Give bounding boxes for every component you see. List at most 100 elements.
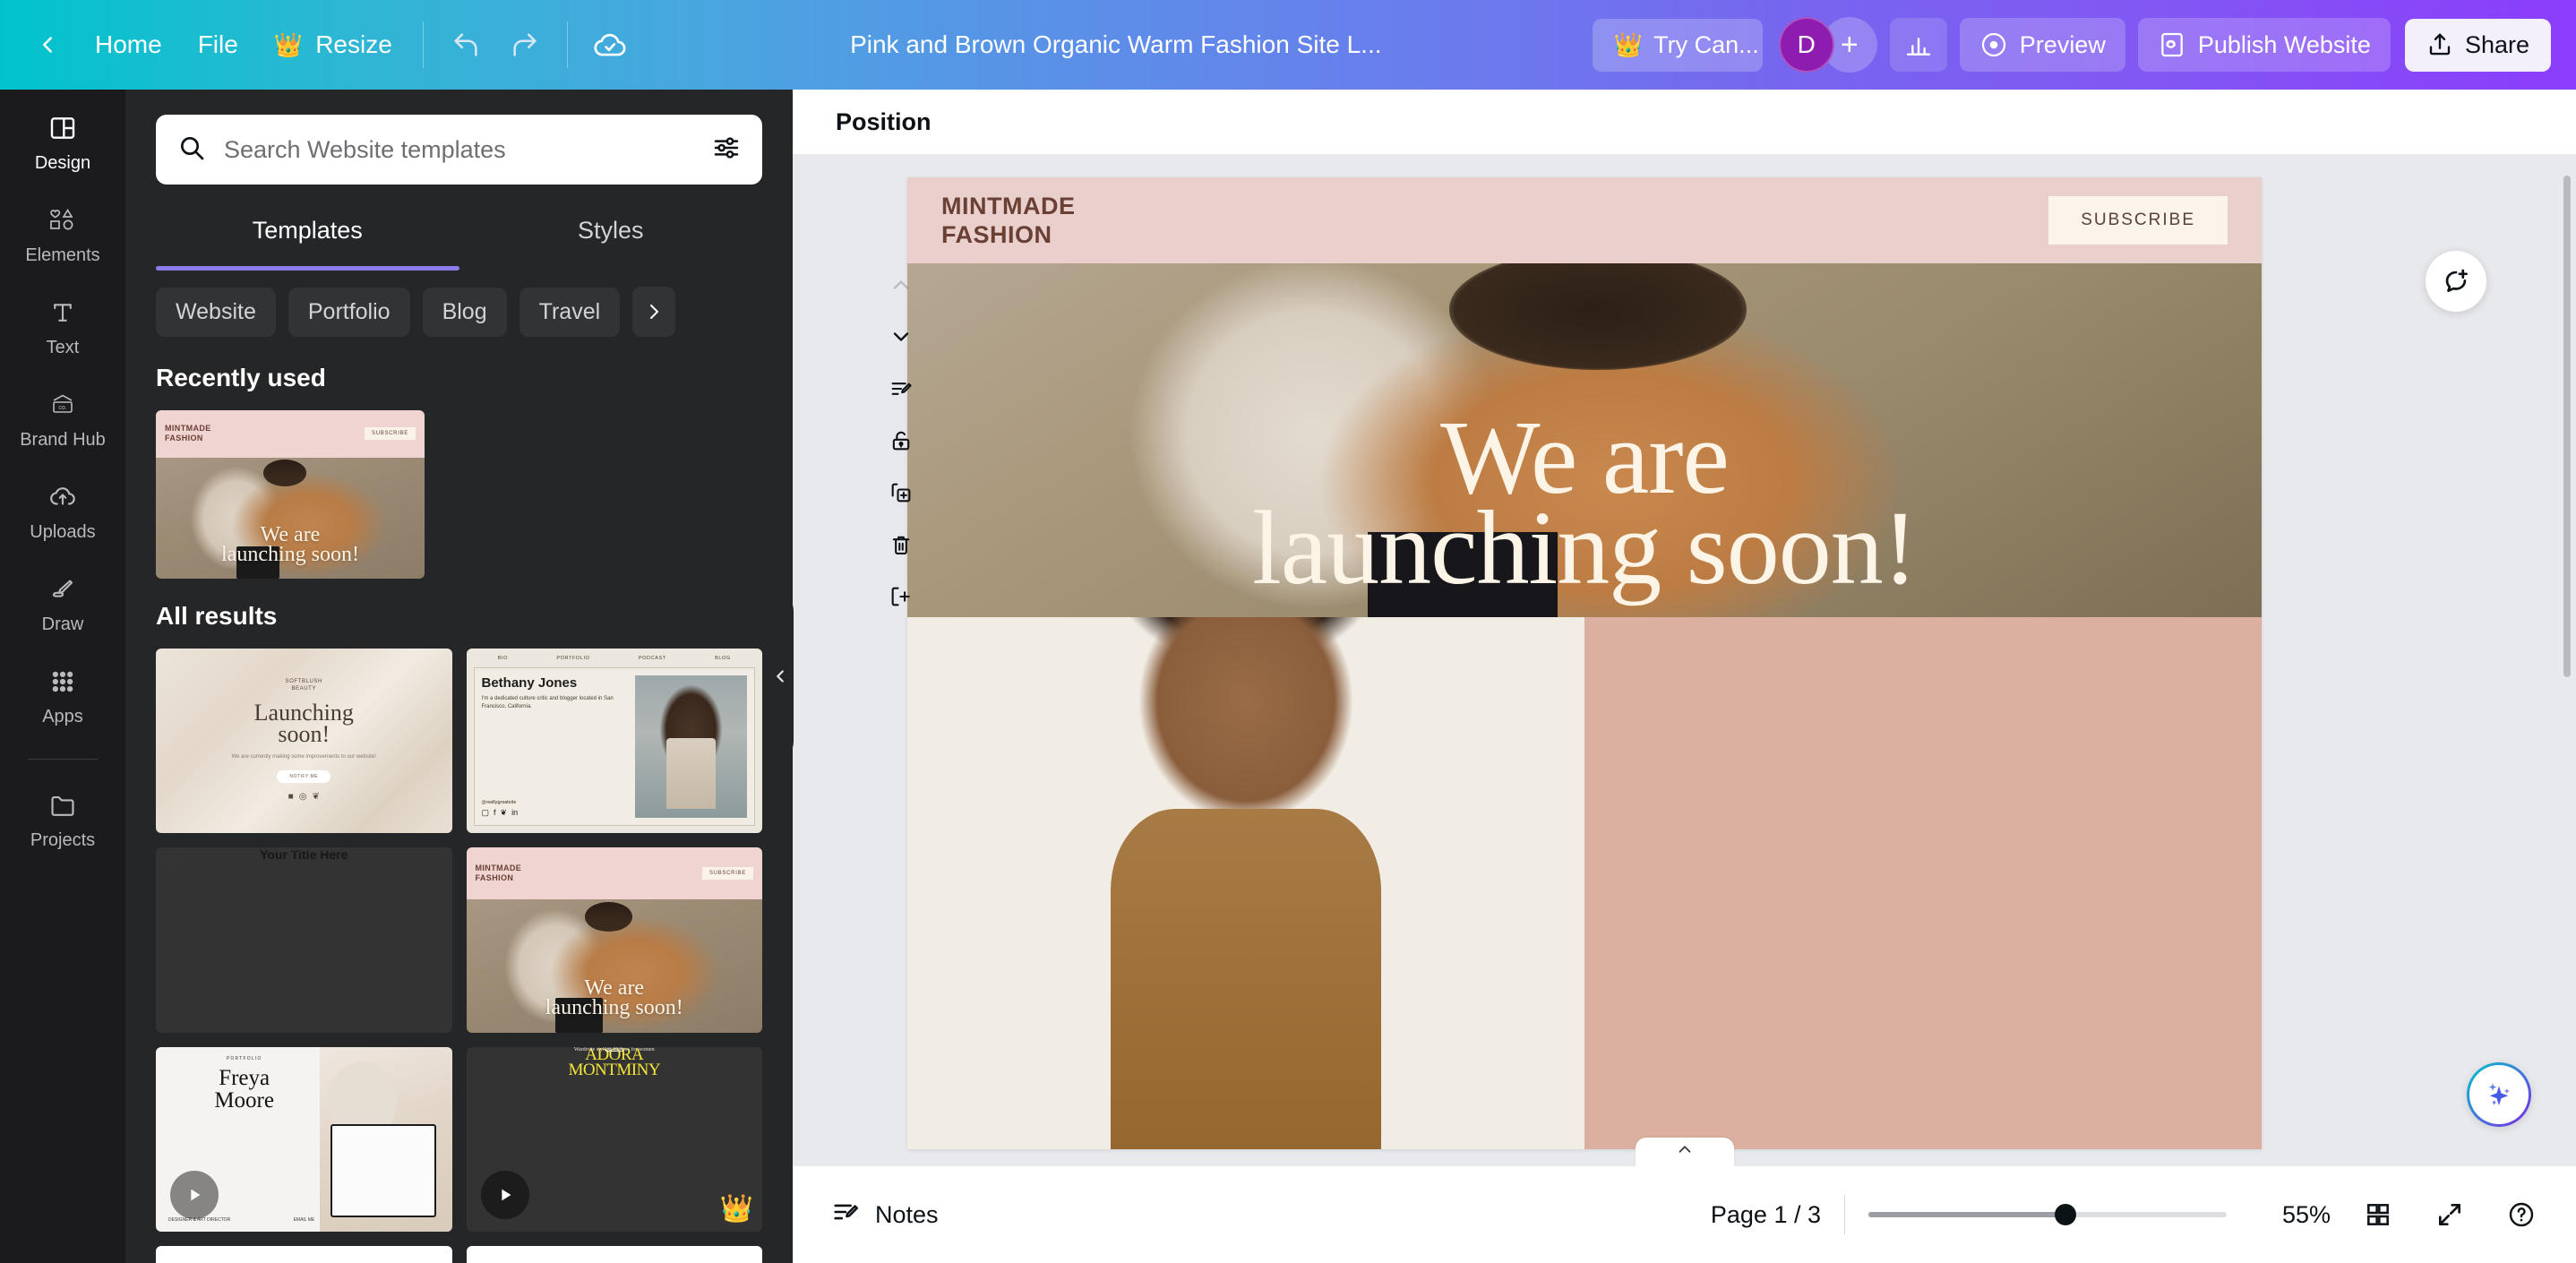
sidebar-item-apps[interactable]: Apps (7, 650, 118, 737)
thumb-card: Bethany Jones I'm a dedicated culture cr… (473, 666, 755, 827)
left-rail: Design Elements Text co. Brand Hub Uploa… (0, 90, 125, 1263)
add-page-icon[interactable] (878, 573, 924, 620)
notes-edit-icon[interactable] (878, 365, 924, 412)
delete-icon[interactable] (878, 521, 924, 568)
avatar[interactable]: D (1778, 17, 1834, 73)
duplicate-icon[interactable] (878, 469, 924, 516)
grid-view-icon[interactable] (2354, 1190, 2402, 1239)
thumb-art-bethany: BIO PORTFOLIO PODCAST BLOG Bethany Jones I'… (466, 648, 762, 834)
template-thumb-freya[interactable]: PORTFOLIO Freya Moore DESIGNER & ART DIRE… (156, 1046, 452, 1233)
help-icon[interactable] (2497, 1190, 2546, 1239)
chip-travel[interactable]: Travel (519, 287, 621, 337)
move-down-icon[interactable] (878, 314, 924, 360)
thumb-kicker: PORTFOLIO (226, 1055, 262, 1061)
chip-portfolio[interactable]: Portfolio (288, 287, 410, 337)
undo-button[interactable] (436, 15, 495, 74)
chip-website[interactable]: Website (156, 287, 276, 337)
thumb-headline: We are launching soon! (221, 523, 359, 567)
thumb-portrait (635, 674, 747, 819)
notes-icon (830, 1197, 861, 1233)
magic-sparkle-icon[interactable] (2467, 1062, 2531, 1127)
insights-button[interactable] (1889, 18, 1947, 72)
sidebar-item-brand-hub[interactable]: co. Brand Hub (7, 374, 118, 460)
panel-scroll-region[interactable]: Recently used MINTMADE FASHION SUBSCRIBE … (156, 360, 762, 1263)
page-subscribe-button[interactable]: SUBSCRIBE (2048, 196, 2228, 245)
thumb-art-photo: PHOTO-GRAPHS byDolora Butler 2023 PORTFO… (466, 1246, 762, 1263)
resize-button[interactable]: 👑 Resize (256, 20, 410, 70)
tab-templates[interactable]: Templates (156, 204, 459, 261)
position-button[interactable]: Position (821, 99, 946, 145)
lock-icon[interactable] (878, 417, 924, 464)
chip-blog[interactable]: Blog (422, 287, 507, 337)
home-button[interactable]: Home (77, 20, 180, 70)
file-menu-button[interactable]: File (180, 20, 256, 70)
tab-styles[interactable]: Styles (459, 204, 763, 261)
template-thumb-recent-mintmade[interactable]: MINTMADE FASHION SUBSCRIBE We are launchin… (156, 410, 425, 579)
cloud-saved-icon[interactable] (580, 15, 640, 74)
sidebar-item-label: Projects (30, 830, 96, 850)
chips-next-arrow-icon[interactable] (632, 287, 676, 337)
elements-icon (47, 203, 78, 237)
thumb-art-mintmade-2: MINTMADE FASHION SUBSCRIBE We are launchin… (466, 847, 762, 1033)
sidebar-item-draw[interactable]: Draw (7, 558, 118, 645)
template-thumb-softblush[interactable]: SOFTBLUSH BEAUTY Launching soon! We are cu… (156, 648, 452, 834)
redo-button[interactable] (495, 15, 554, 74)
notes-expand-handle[interactable] (1635, 1138, 1734, 1166)
move-up-icon[interactable] (878, 262, 924, 308)
zoom-slider[interactable] (1868, 1204, 2227, 1225)
play-icon[interactable] (480, 1171, 529, 1220)
rail-divider (28, 759, 98, 760)
editor-body: Design Elements Text co. Brand Hub Uploa… (0, 90, 2576, 1263)
toolbar-divider-2 (566, 21, 568, 68)
lower-model-face (1096, 617, 1395, 841)
brand-hub-icon: co. (47, 388, 78, 422)
template-thumb-photographs[interactable]: PHOTO-GRAPHS byDolora Butler 2023 PORTFO… (466, 1246, 762, 1263)
recently-used-title: Recently used (156, 364, 326, 391)
sidebar-item-label: Design (34, 153, 91, 173)
preview-button[interactable]: Preview (1959, 18, 2125, 72)
text-icon (49, 296, 76, 330)
page-logo-line2: FASHION (941, 221, 1052, 248)
fullscreen-icon[interactable] (2426, 1190, 2474, 1239)
share-button[interactable]: Share (2404, 18, 2551, 72)
document-title[interactable]: Pink and Brown Organic Warm Fashion Site… (776, 21, 1456, 68)
canvas-viewport[interactable]: MINTMADE FASHION SUBSCRIBE We are launch… (793, 154, 2576, 1166)
sidebar-item-elements[interactable]: Elements (7, 189, 118, 276)
template-thumb-mintmade-2[interactable]: MINTMADE FASHION SUBSCRIBE We are launchin… (466, 847, 762, 1033)
thumb-header: MINTMADE FASHION SUBSCRIBE (156, 410, 425, 458)
panel-collapse-handle[interactable] (767, 591, 794, 761)
sidebar-item-label: Draw (41, 614, 84, 634)
sidebar-item-uploads[interactable]: Uploads (7, 466, 118, 553)
templates-panel: Templates Styles Website Portfolio Blog … (125, 90, 794, 1263)
sidebar-item-design[interactable]: Design (7, 97, 118, 184)
thumb-art-design: △StudioAgatho Design → Work with us (156, 1246, 452, 1263)
notes-button[interactable]: Notes (818, 1188, 951, 1242)
search-bar[interactable] (156, 115, 762, 185)
template-thumb-bethany[interactable]: BIO PORTFOLIO PODCAST BLOG Bethany Jones I'… (466, 648, 762, 834)
thumb-name: Freya Moore (214, 1065, 274, 1113)
draw-icon (47, 572, 78, 606)
sidebar-item-label: Apps (42, 707, 83, 726)
thumb-desc: We are currently making some improvement… (231, 754, 376, 760)
add-comment-icon[interactable] (2426, 251, 2486, 312)
svg-text:co.: co. (58, 405, 66, 411)
template-thumb-design[interactable]: △StudioAgatho Design → Work with us (156, 1246, 452, 1263)
top-toolbar: Home File 👑 Resize Pink and Brown Organi… (0, 0, 2576, 90)
page-logo: MINTMADE FASHION (941, 192, 1075, 250)
try-canva-pro-button[interactable]: 👑 Try Can... (1592, 18, 1763, 72)
play-icon[interactable] (170, 1171, 219, 1220)
pro-crown-icon: 👑 (719, 1194, 753, 1224)
back-button[interactable] (18, 15, 77, 74)
zoom-value[interactable]: 55% (2250, 1201, 2331, 1229)
file-label: File (197, 30, 238, 58)
design-page-1[interactable]: MINTMADE FASHION SUBSCRIBE We are launch… (907, 177, 2262, 1149)
canvas-vertical-scrollbar[interactable] (2563, 176, 2571, 677)
template-thumb-adora[interactable]: ADORA MONTMINY Wardrobe styling services … (466, 1046, 762, 1233)
template-thumb-mountain[interactable]: Your Logo Here Your Title Here Add a desc… (156, 847, 452, 1033)
sidebar-item-projects[interactable]: Projects (7, 774, 118, 861)
sidebar-item-text[interactable]: Text (7, 281, 118, 368)
publish-website-button[interactable]: Publish Website (2137, 18, 2391, 72)
search-input[interactable] (224, 135, 694, 164)
filter-sliders-icon[interactable] (712, 133, 741, 167)
zoom-slider-knob[interactable] (2055, 1204, 2076, 1225)
